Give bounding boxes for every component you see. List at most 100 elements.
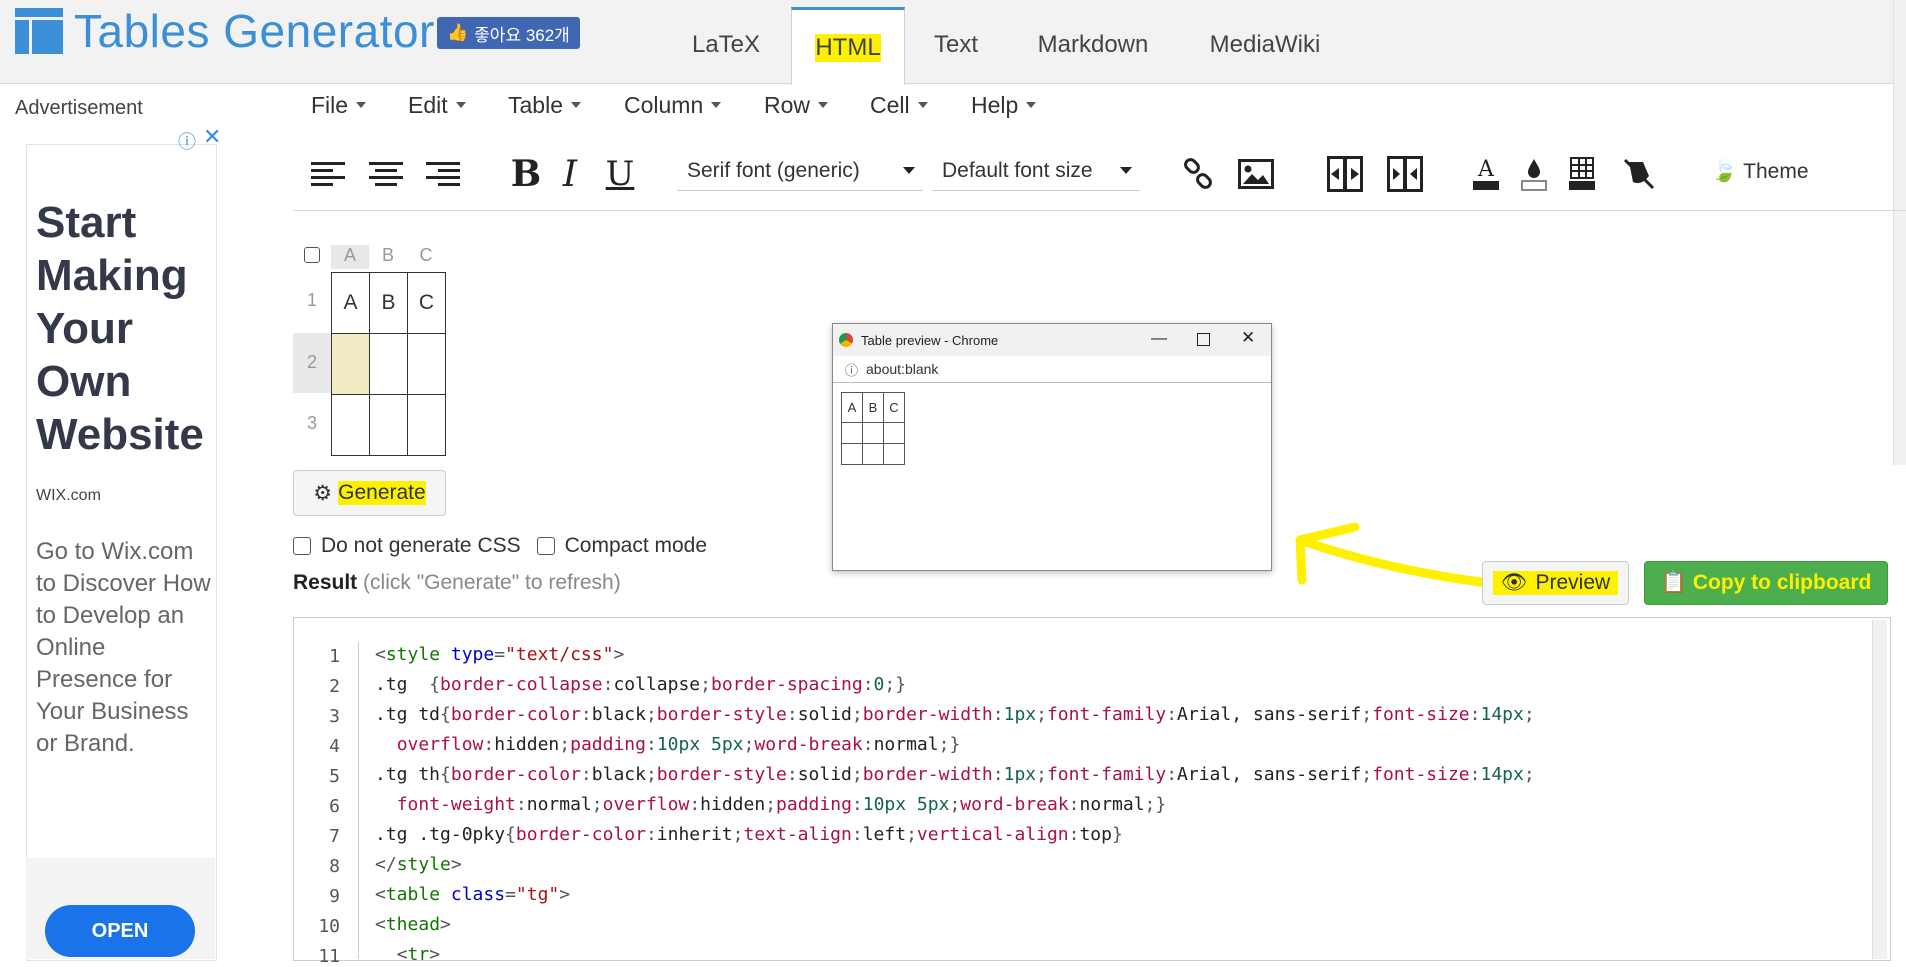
link-icon[interactable] [1178, 154, 1218, 194]
code-token: word-break [754, 734, 863, 755]
bold-button[interactable]: B [506, 153, 546, 195]
ad-open-button[interactable]: OPEN [45, 905, 195, 957]
grid-cell[interactable] [407, 333, 446, 395]
code-editor[interactable] [293, 617, 1891, 961]
align-right-icon[interactable] [423, 154, 463, 194]
code-token: : [689, 794, 701, 815]
code-scrollbar[interactable] [1872, 620, 1887, 959]
col-header-b[interactable]: B [369, 245, 407, 266]
row-header-2[interactable]: 2 [293, 352, 331, 373]
grid-cell[interactable] [369, 394, 408, 456]
italic-button[interactable]: I [550, 154, 590, 195]
background-color-icon[interactable] [1514, 154, 1554, 194]
menu-file[interactable]: File [311, 90, 367, 120]
page-scrollbar[interactable] [1893, 0, 1906, 465]
line-number: 8 [329, 856, 340, 877]
grid-cell[interactable]: C [407, 272, 446, 334]
preview-window[interactable]: Table preview - Chrome — ✕ ⓘ about:blank… [832, 323, 1272, 571]
code-token: { [440, 764, 451, 785]
code-token: : [851, 794, 863, 815]
line-number: 9 [329, 886, 340, 907]
menu-cell[interactable]: Cell [870, 90, 928, 120]
border-color-icon[interactable] [1562, 154, 1602, 194]
code-token: type [450, 644, 495, 665]
row-header-3[interactable]: 3 [293, 413, 331, 434]
clipboard-icon: 📋 [1660, 571, 1687, 594]
tab-mediawiki[interactable]: MediaWiki [1192, 7, 1338, 83]
logo-icon[interactable] [15, 8, 63, 54]
align-left-icon[interactable] [308, 154, 348, 194]
minimize-icon[interactable]: — [1151, 330, 1167, 348]
code-token: inherit [656, 824, 733, 845]
facebook-like-button[interactable]: 👍 좋아요 362개 [437, 17, 580, 49]
no-css-checkbox[interactable] [293, 537, 311, 555]
grid-cell[interactable]: B [369, 272, 408, 334]
code-token: thead [385, 914, 441, 935]
code-token: : [515, 794, 527, 815]
image-icon[interactable] [1236, 154, 1276, 194]
underline-button[interactable]: U [600, 154, 640, 194]
grid-cell[interactable]: A [331, 272, 370, 334]
tab-markdown[interactable]: Markdown [1022, 7, 1164, 83]
tab-html[interactable]: HTML [791, 7, 905, 85]
tab-latex[interactable]: LaTeX [670, 7, 782, 83]
menu-help[interactable]: Help [971, 90, 1037, 120]
code-token: overflow [396, 734, 484, 755]
theme-button[interactable]: 🍃 Theme [1711, 160, 1809, 184]
close-icon[interactable]: ✕ [1241, 328, 1255, 348]
menu-edit[interactable]: Edit [408, 90, 466, 120]
no-css-label: Do not generate CSS [321, 534, 521, 557]
grid-cell[interactable] [331, 394, 370, 456]
font-size-select[interactable]: Default font size [932, 151, 1140, 191]
align-center-icon[interactable] [366, 154, 406, 194]
maximize-icon[interactable] [1197, 333, 1210, 346]
generate-button[interactable]: ⚙ Generate [293, 470, 446, 516]
col-header-c[interactable]: C [407, 245, 445, 266]
menu-column[interactable]: Column [624, 90, 722, 120]
code-token: normal [1079, 794, 1145, 815]
ad-description[interactable]: Go to Wix.com to Discover How to Develop… [36, 536, 212, 760]
grid-cell[interactable] [369, 333, 408, 395]
code-token: ; [591, 794, 603, 815]
row-header-1[interactable]: 1 [293, 290, 331, 311]
code-token: { [429, 674, 441, 695]
select-all-checkbox[interactable] [304, 247, 320, 263]
code-token: > [450, 854, 462, 875]
address-bar[interactable]: ⓘ about:blank [833, 356, 1271, 383]
code-token: style [396, 854, 451, 875]
split-cells-icon[interactable] [1385, 154, 1425, 194]
compact-mode-checkbox[interactable] [536, 537, 555, 555]
merge-cells-icon[interactable] [1325, 154, 1365, 194]
code-line: <tr> [375, 944, 440, 965]
copy-to-clipboard-button[interactable]: 📋 Copy to clipboard [1644, 561, 1888, 605]
code-token: : [786, 764, 798, 785]
code-token: font-family [1046, 704, 1167, 725]
code-token: class [450, 884, 506, 905]
grid-cell-selected[interactable] [331, 333, 370, 395]
preview-cell [862, 422, 884, 444]
grid-cell[interactable] [407, 394, 446, 456]
menu-row[interactable]: Row [764, 90, 829, 120]
ad-brand[interactable]: WIX.com [36, 487, 101, 505]
code-token: : [786, 704, 798, 725]
preview-button[interactable]: 👁 Preview [1482, 561, 1629, 605]
preview-window-titlebar[interactable]: Table preview - Chrome — ✕ [833, 324, 1271, 356]
font-family-select[interactable]: Serif font (generic) [677, 151, 923, 191]
info-icon[interactable]: ⓘ [178, 128, 196, 154]
clear-format-icon[interactable] [1619, 154, 1659, 194]
preview-cell [883, 443, 905, 465]
tab-text[interactable]: Text [910, 7, 1002, 83]
line-number: 5 [329, 766, 340, 787]
code-token: } [1111, 824, 1123, 845]
text-color-icon[interactable]: A [1466, 154, 1506, 194]
code-token: : [992, 704, 1004, 725]
toolbar-divider [293, 210, 1906, 211]
logo-text[interactable]: Tables Generator [74, 4, 435, 58]
col-header-a[interactable]: A [331, 245, 369, 266]
ad-headline[interactable]: Start Making Your Own Website [36, 196, 212, 461]
line-number: 11 [318, 946, 340, 967]
close-icon[interactable]: ✕ [203, 124, 221, 150]
code-token: text-align [743, 824, 852, 845]
menu-table[interactable]: Table [508, 90, 581, 120]
